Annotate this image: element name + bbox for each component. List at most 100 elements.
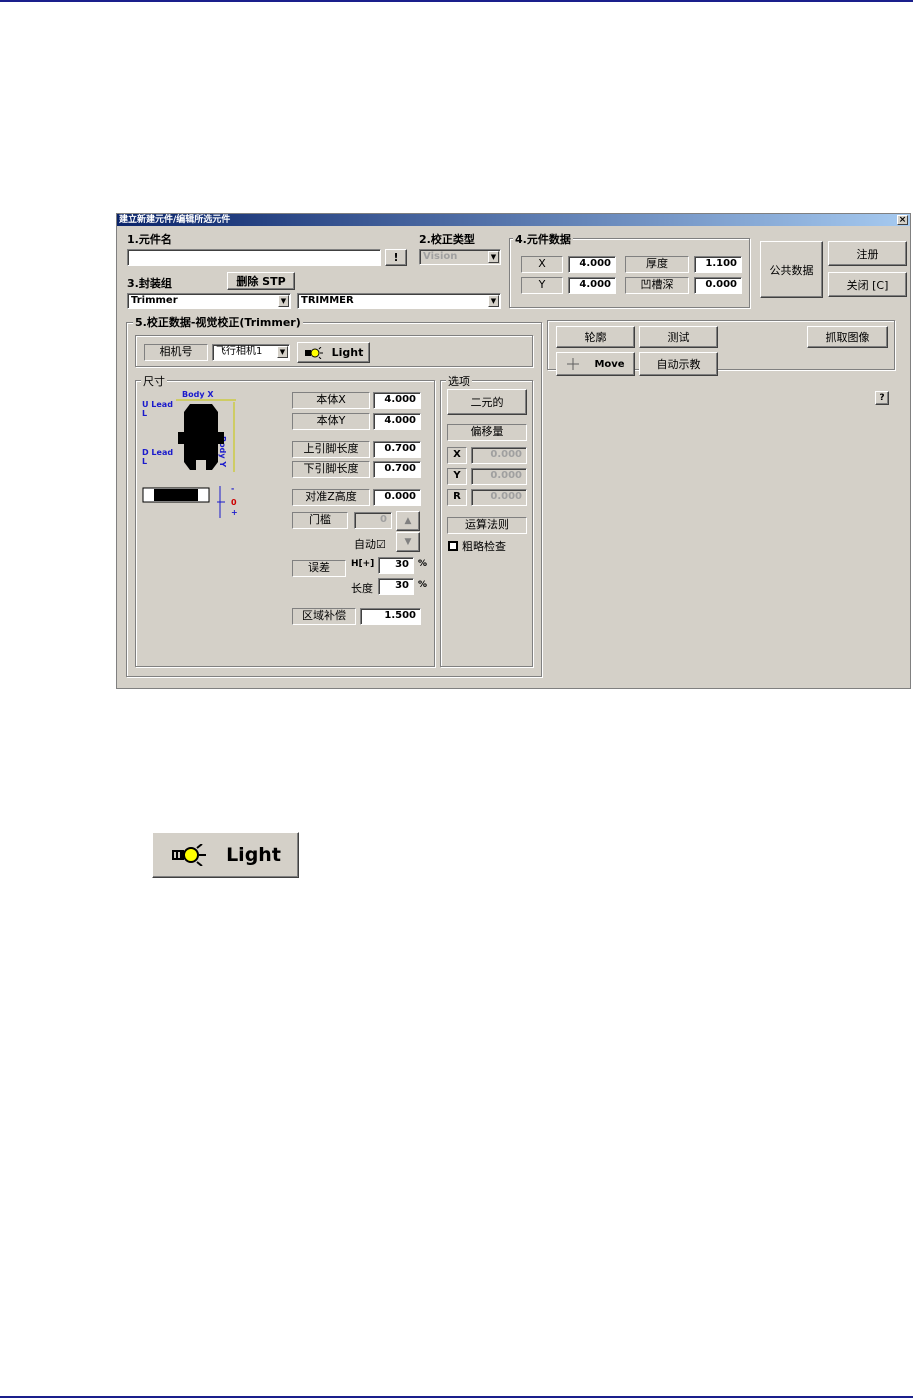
err-h-label: H[+] xyxy=(351,559,375,569)
z-height-input[interactable]: 0.000 xyxy=(373,489,421,506)
light-button-zoom-label: Light xyxy=(226,844,281,866)
threshold-label: 门槛 xyxy=(292,512,348,529)
body-y-input[interactable]: 4.000 xyxy=(373,413,421,430)
bottom-rule xyxy=(0,1396,913,1398)
thickness-label: 厚度 xyxy=(625,256,689,273)
u-lead-diagram-label: U Lead xyxy=(142,400,173,409)
name-lookup-button[interactable]: ! xyxy=(385,249,407,266)
groove-depth-label: 凹槽深 xyxy=(625,277,689,294)
offset-x-label: X xyxy=(447,447,467,464)
area-comp-label: 区域补偿 xyxy=(292,608,356,625)
package-value: Trimmer xyxy=(131,295,178,306)
body-x-label: 本体X xyxy=(292,392,370,409)
help-button[interactable]: ? xyxy=(875,391,889,405)
move-arrows-icon xyxy=(567,358,580,370)
err-l-input[interactable]: 30 xyxy=(378,578,414,595)
close-icon[interactable]: × xyxy=(897,215,908,225)
calibration-type-select[interactable]: Vision ▼ xyxy=(419,249,501,265)
chevron-up-icon: ▲ xyxy=(404,516,412,526)
rough-check-label: 粗略检查 xyxy=(462,540,506,553)
bulb-icon xyxy=(304,346,323,359)
x-input[interactable]: 4.000 xyxy=(568,256,616,273)
z-plus-label: + xyxy=(231,508,238,517)
camera-value: 飞行相机1 xyxy=(216,346,263,357)
camera-select[interactable]: 飞行相机1 ▼ xyxy=(212,344,290,361)
lower-lead-label: 下引脚长度 xyxy=(292,461,370,478)
z-minus-label: - xyxy=(231,484,235,493)
offset-y-label: Y xyxy=(447,468,467,485)
public-data-button[interactable]: 公共数据 xyxy=(760,241,823,298)
threshold-down-button[interactable]: ▼ xyxy=(396,532,420,552)
package-select[interactable]: Trimmer ▼ xyxy=(127,293,291,309)
body-x-input[interactable]: 4.000 xyxy=(373,392,421,409)
err-l-label: 长度 xyxy=(351,582,373,595)
area-comp-input[interactable]: 1.500 xyxy=(360,608,421,625)
offset-label: 偏移量 xyxy=(447,424,527,441)
z-height-label: 对准Z高度 xyxy=(292,489,370,506)
chevron-down-icon: ▼ xyxy=(404,537,412,547)
algorithm-button[interactable]: 运算法则 xyxy=(447,517,527,534)
auto-threshold-checkbox[interactable]: 自动☑ xyxy=(354,536,386,552)
component-name-label: 1.元件名 xyxy=(127,233,172,246)
err-h-input[interactable]: 30 xyxy=(378,557,414,574)
threshold-up-button[interactable]: ▲ xyxy=(396,511,420,531)
package-group-label: 3.封装组 xyxy=(127,277,172,290)
dialog-title-text: 建立新建元件/编辑所选元件 xyxy=(119,215,231,225)
test-button[interactable]: 测试 xyxy=(639,326,718,348)
chevron-down-icon[interactable]: ▼ xyxy=(488,251,499,263)
top-rule xyxy=(0,0,913,2)
side-view-diagram xyxy=(142,487,210,503)
outline-button[interactable]: 轮廓 xyxy=(556,326,635,348)
err-h-unit: % xyxy=(418,559,428,569)
capture-image-button[interactable]: 抓取图像 xyxy=(807,326,888,348)
d-lead-diagram-label: D Lead xyxy=(142,448,174,457)
calibration-type-label: 2.校正类型 xyxy=(419,233,475,246)
lower-lead-input[interactable]: 0.700 xyxy=(373,461,421,478)
err-l-unit: % xyxy=(418,580,428,590)
offset-r-input[interactable]: 0.000 xyxy=(471,489,527,506)
delete-stp-button[interactable]: 删除 STP xyxy=(227,272,295,290)
light-button-label: Light xyxy=(331,346,364,359)
auto-teach-button[interactable]: 自动示教 xyxy=(639,352,718,376)
calibration-type-value: Vision xyxy=(423,251,458,262)
component-name-input[interactable] xyxy=(127,249,381,266)
upper-lead-label: 上引脚长度 xyxy=(292,441,370,458)
dialog-title: 建立新建元件/编辑所选元件 × xyxy=(117,214,910,226)
y-label: Y xyxy=(521,277,563,294)
offset-y-input[interactable]: 0.000 xyxy=(471,468,527,485)
size-group-title: 尺寸 xyxy=(141,373,167,389)
binary-button[interactable]: 二元的 xyxy=(447,389,527,415)
body-y-label: 本体Y xyxy=(292,413,370,430)
package-type-select[interactable]: TRIMMER ▼ xyxy=(297,293,501,309)
offset-r-label: R xyxy=(447,489,467,506)
close-button[interactable]: 关闭 [C] xyxy=(828,272,907,297)
y-input[interactable]: 4.000 xyxy=(568,277,616,294)
u-lead-l-label: L xyxy=(142,409,148,418)
bulb-icon xyxy=(172,844,207,866)
upper-lead-input[interactable]: 0.700 xyxy=(373,441,421,458)
z-zero-label: 0 xyxy=(231,498,237,507)
x-label: X xyxy=(521,256,563,273)
chevron-down-icon[interactable]: ▼ xyxy=(488,295,499,307)
light-button[interactable]: Light xyxy=(297,342,370,363)
groove-depth-input[interactable]: 0.000 xyxy=(694,277,742,294)
chevron-down-icon[interactable]: ▼ xyxy=(278,295,289,307)
component-dialog: 建立新建元件/编辑所选元件 × 1.元件名 ! 2.校正类型 Vision ▼ … xyxy=(116,213,911,689)
rough-check-checkbox[interactable] xyxy=(448,541,458,551)
move-button[interactable]: Move xyxy=(556,352,635,376)
threshold-input[interactable]: 0 xyxy=(354,512,392,529)
options-group-title: 选项 xyxy=(446,373,472,389)
d-lead-l-label: L xyxy=(142,457,148,466)
component-data-group xyxy=(509,238,750,308)
error-label: 误差 xyxy=(292,560,346,577)
thickness-input[interactable]: 1.100 xyxy=(694,256,742,273)
register-button[interactable]: 注册 xyxy=(828,241,907,266)
component-data-label: 4.元件数据 xyxy=(513,231,573,247)
move-button-label: Move xyxy=(594,358,625,370)
package-type-value: TRIMMER xyxy=(301,295,354,306)
camera-label: 相机号 xyxy=(144,344,208,361)
chevron-down-icon[interactable]: ▼ xyxy=(277,346,288,358)
offset-x-input[interactable]: 0.000 xyxy=(471,447,527,464)
light-button-zoom[interactable]: Light xyxy=(152,832,299,878)
component-diagram xyxy=(176,399,236,472)
